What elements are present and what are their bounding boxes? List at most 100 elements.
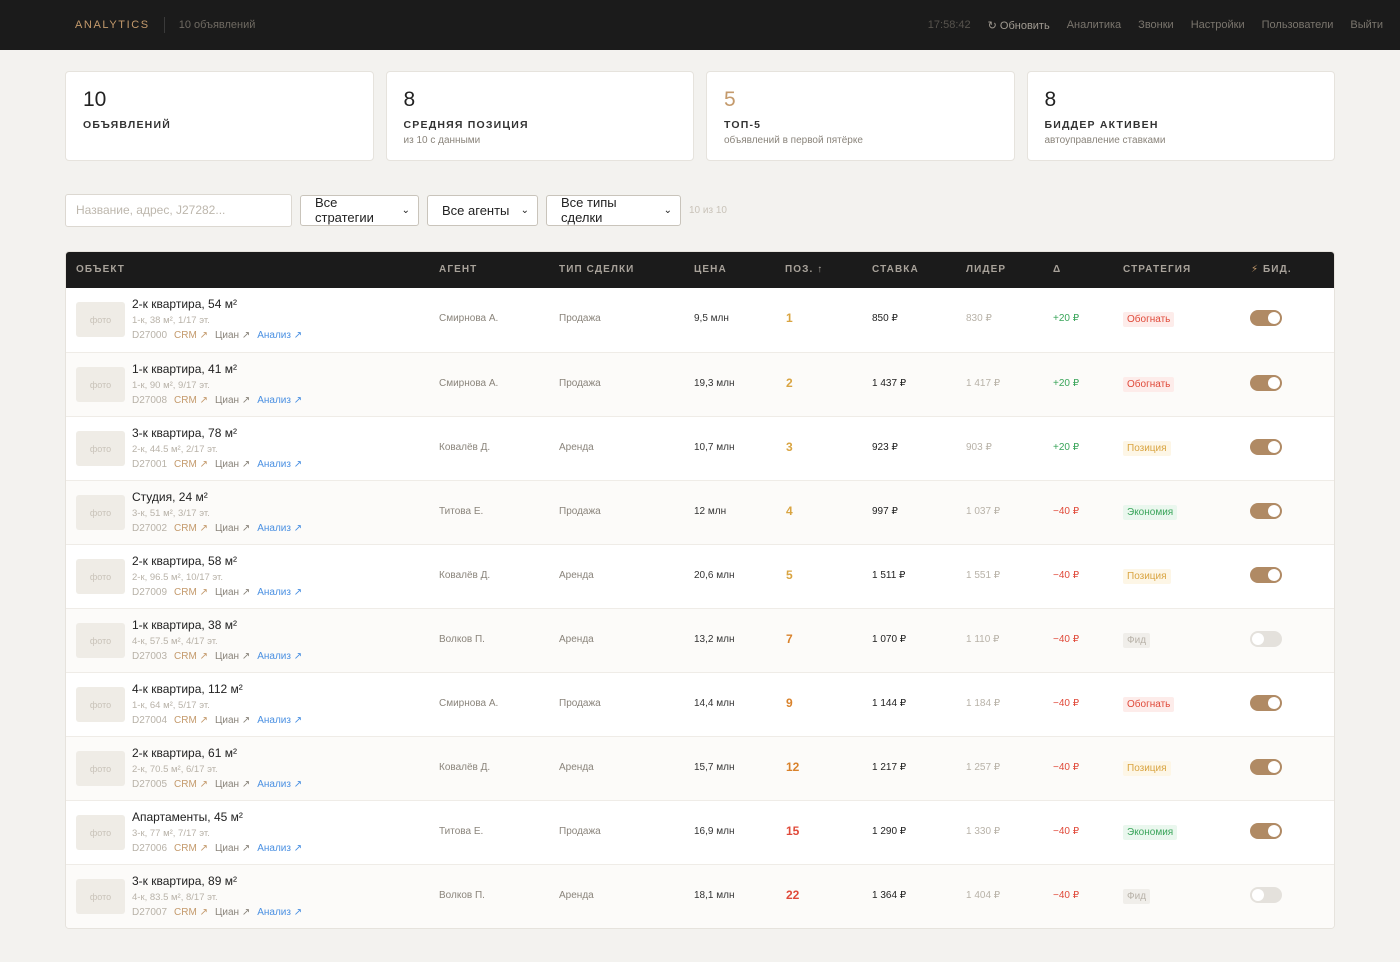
top-bar: ANALYTICS 10 объявлений 17:58:42 ↻ Обнов…: [0, 0, 1400, 50]
nav-calls[interactable]: Звонки: [1138, 19, 1174, 31]
col-delta[interactable]: Δ: [1053, 264, 1061, 275]
bidder-toggle[interactable]: [1250, 310, 1282, 326]
table-row[interactable]: фото 1-к квартира, 38 м² 4-к, 57.5 м², 4/1…: [66, 608, 1334, 672]
object-title[interactable]: 2-к квартира, 61 м²: [132, 746, 237, 760]
cian-link[interactable]: Циан ↗: [215, 523, 250, 534]
position-cell: 3: [786, 440, 793, 454]
object-links: D27003 CRM ↗ Циан ↗ Анализ ↗: [132, 651, 302, 662]
delta-cell: −40 ₽: [1053, 506, 1080, 517]
table-row[interactable]: фото 2-к квартира, 61 м² 2-к, 70.5 м², 6/1…: [66, 736, 1334, 800]
crm-link[interactable]: CRM ↗: [174, 587, 208, 598]
col-deal-type[interactable]: ТИП СДЕЛКИ: [559, 264, 634, 275]
refresh-button[interactable]: ↻ Обновить: [988, 19, 1050, 32]
bidder-toggle[interactable]: [1250, 631, 1282, 647]
object-title[interactable]: Студия, 24 м²: [132, 490, 208, 504]
crm-link[interactable]: CRM ↗: [174, 779, 208, 790]
bid-cell: 1 070 ₽: [872, 634, 907, 645]
analysis-link[interactable]: Анализ ↗: [257, 330, 302, 341]
analysis-link[interactable]: Анализ ↗: [257, 715, 302, 726]
crm-link[interactable]: CRM ↗: [174, 715, 208, 726]
table-row[interactable]: фото 2-к квартира, 54 м² 1-к, 38 м², 1/17 …: [66, 288, 1334, 352]
strategy-select[interactable]: Все стратегии ⌄: [300, 194, 419, 226]
table-row[interactable]: фото 1-к квартира, 41 м² 1-к, 90 м², 9/17 …: [66, 352, 1334, 416]
col-price[interactable]: ЦЕНА: [694, 264, 727, 275]
crm-link[interactable]: CRM ↗: [174, 651, 208, 662]
bidder-toggle[interactable]: [1250, 695, 1282, 711]
bidder-toggle[interactable]: [1250, 759, 1282, 775]
bidder-toggle[interactable]: [1250, 823, 1282, 839]
table-row[interactable]: фото 3-к квартира, 78 м² 2-к, 44.5 м², 2/1…: [66, 416, 1334, 480]
stat-card-bidder: 8 БИДДЕР АКТИВЕН автоуправление ставками: [1026, 71, 1335, 161]
cian-link[interactable]: Циан ↗: [215, 715, 250, 726]
bid-cell: 1 144 ₽: [872, 698, 907, 709]
crm-link[interactable]: CRM ↗: [174, 907, 208, 918]
col-bid[interactable]: СТАВКА: [872, 264, 919, 275]
crm-link[interactable]: CRM ↗: [174, 459, 208, 470]
table-row[interactable]: фото 4-к квартира, 112 м² 1-к, 64 м², 5/17…: [66, 672, 1334, 736]
analysis-link[interactable]: Анализ ↗: [257, 459, 302, 470]
stat-sub: объявлений в первой пятёрке: [724, 135, 863, 146]
nav-analytics[interactable]: Аналитика: [1067, 19, 1121, 31]
nav-settings[interactable]: Настройки: [1191, 19, 1245, 31]
cian-link[interactable]: Циан ↗: [215, 907, 250, 918]
bidder-toggle[interactable]: [1250, 567, 1282, 583]
table-row[interactable]: фото Апартаменты, 45 м² 3-к, 77 м², 7/17 э…: [66, 800, 1334, 864]
cian-link[interactable]: Циан ↗: [215, 779, 250, 790]
col-agent[interactable]: АГЕНТ: [439, 264, 477, 275]
agent-select[interactable]: Все агенты ⌄: [427, 194, 538, 226]
cian-link[interactable]: Циан ↗: [215, 459, 250, 470]
nav-logout[interactable]: Выйти: [1350, 19, 1383, 31]
bidder-toggle[interactable]: [1250, 887, 1282, 903]
col-position[interactable]: ПОЗ. ↑: [785, 264, 823, 275]
table-row[interactable]: фото 2-к квартира, 58 м² 2-к, 96.5 м², 10/…: [66, 544, 1334, 608]
deal-type-select[interactable]: Все типы сделки ⌄: [546, 194, 681, 226]
object-id: D27001: [132, 459, 168, 470]
cian-link[interactable]: Циан ↗: [215, 395, 250, 406]
bidder-toggle[interactable]: [1250, 503, 1282, 519]
object-title[interactable]: 2-к квартира, 58 м²: [132, 554, 237, 568]
bidder-toggle[interactable]: [1250, 375, 1282, 391]
object-links: D27004 CRM ↗ Циан ↗ Анализ ↗: [132, 715, 302, 726]
cian-link[interactable]: Циан ↗: [215, 330, 250, 341]
col-object[interactable]: ОБЪЕКТ: [76, 264, 125, 275]
analysis-link[interactable]: Анализ ↗: [257, 651, 302, 662]
deal-type-cell: Продажа: [559, 313, 601, 324]
cian-link[interactable]: Циан ↗: [215, 587, 250, 598]
analysis-link[interactable]: Анализ ↗: [257, 523, 302, 534]
table-row[interactable]: фото Студия, 24 м² 3-к, 51 м², 3/17 эт. D27…: [66, 480, 1334, 544]
price-cell: 18,1 млн: [694, 890, 735, 901]
crm-link[interactable]: CRM ↗: [174, 330, 208, 341]
price-cell: 10,7 млн: [694, 442, 735, 453]
bid-cell: 997 ₽: [872, 506, 898, 517]
strategy-badge: Экономия: [1123, 505, 1178, 520]
nav-users[interactable]: Пользователи: [1262, 19, 1334, 31]
analysis-link[interactable]: Анализ ↗: [257, 843, 302, 854]
object-title[interactable]: 3-к квартира, 78 м²: [132, 426, 237, 440]
crm-link[interactable]: CRM ↗: [174, 523, 208, 534]
analysis-link[interactable]: Анализ ↗: [257, 779, 302, 790]
cian-link[interactable]: Циан ↗: [215, 843, 250, 854]
object-title[interactable]: 1-к квартира, 38 м²: [132, 618, 237, 632]
search-input[interactable]: [65, 193, 292, 227]
object-title[interactable]: 3-к квартира, 89 м²: [132, 874, 237, 888]
col-leader[interactable]: ЛИДЕР: [966, 264, 1006, 275]
object-title[interactable]: 2-к квартира, 54 м²: [132, 297, 237, 311]
analysis-link[interactable]: Анализ ↗: [257, 587, 302, 598]
object-title[interactable]: 1-к квартира, 41 м²: [132, 362, 237, 376]
analysis-link[interactable]: Анализ ↗: [257, 395, 302, 406]
price-cell: 16,9 млн: [694, 826, 735, 837]
crm-link[interactable]: CRM ↗: [174, 843, 208, 854]
stat-value: 10: [83, 88, 107, 111]
delta-cell: +20 ₽: [1053, 313, 1080, 324]
analysis-link[interactable]: Анализ ↗: [257, 907, 302, 918]
object-title[interactable]: 4-к квартира, 112 м²: [132, 682, 243, 696]
object-title[interactable]: Апартаменты, 45 м²: [132, 810, 243, 824]
cian-link[interactable]: Циан ↗: [215, 651, 250, 662]
col-strategy[interactable]: СТРАТЕГИЯ: [1123, 264, 1191, 275]
object-id: D27009: [132, 587, 168, 598]
crm-link[interactable]: CRM ↗: [174, 395, 208, 406]
brand-logo[interactable]: ANALYTICS: [75, 19, 150, 31]
table-row[interactable]: фото 3-к квартира, 89 м² 4-к, 83.5 м², 8/1…: [66, 864, 1334, 928]
bidder-toggle[interactable]: [1250, 439, 1282, 455]
col-bidder[interactable]: ⚡ БИД.: [1251, 264, 1292, 275]
